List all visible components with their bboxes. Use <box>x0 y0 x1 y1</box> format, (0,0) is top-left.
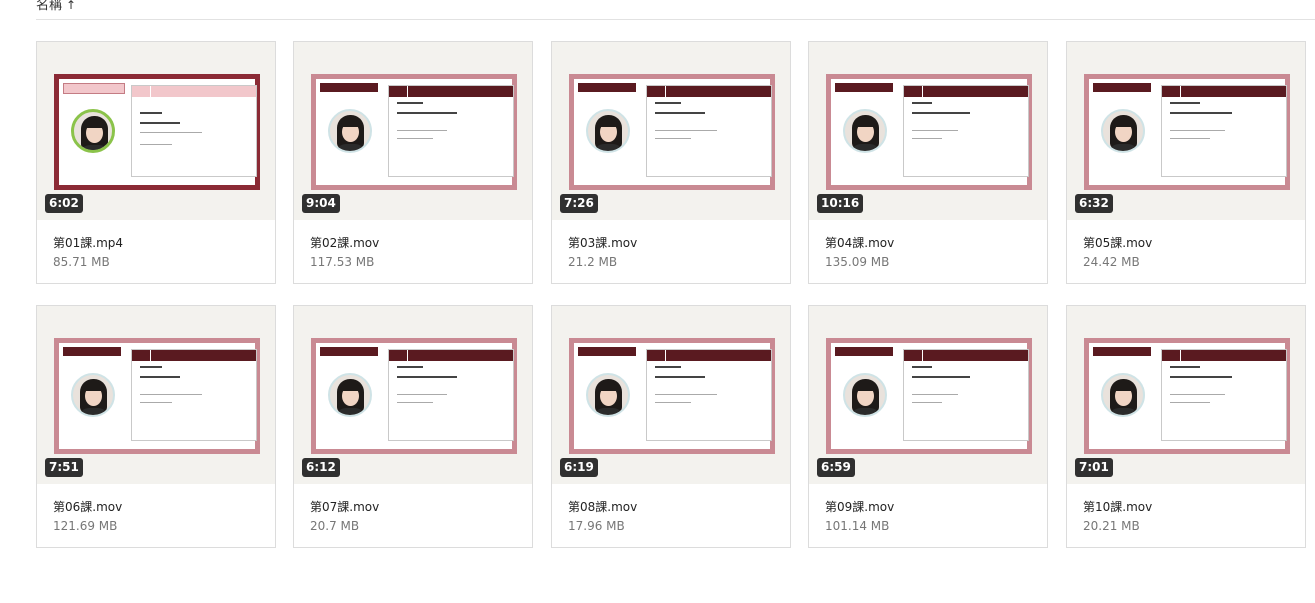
slide-text-panel <box>131 349 257 441</box>
video-card[interactable]: 9:04 第02課.mov 117.53 MB <box>293 41 533 284</box>
slide-title-bar <box>1093 347 1151 356</box>
video-thumbnail[interactable]: 6:12 <box>294 306 532 484</box>
video-card[interactable]: 10:16 第04課.mov 135.09 MB <box>808 41 1048 284</box>
slide-preview <box>54 74 260 190</box>
video-file-name[interactable]: 第09課.mov <box>825 498 894 515</box>
video-thumbnail[interactable]: 6:19 <box>552 306 790 484</box>
slide-title-bar <box>835 83 893 92</box>
slide-text-panel <box>131 85 257 177</box>
duration-badge: 9:04 <box>302 194 340 213</box>
slide-text-panel <box>1161 349 1287 441</box>
slide-title-bar <box>320 347 378 356</box>
slide-preview <box>1084 74 1290 190</box>
video-card[interactable]: 6:12 第07課.mov 20.7 MB <box>293 305 533 548</box>
sort-arrow-icon: ↑ <box>66 0 77 12</box>
video-card[interactable]: 7:51 第06課.mov 121.69 MB <box>36 305 276 548</box>
video-thumbnail[interactable]: 7:51 <box>37 306 275 484</box>
duration-badge: 6:12 <box>302 458 340 477</box>
slide-preview <box>826 74 1032 190</box>
duration-badge: 6:32 <box>1075 194 1113 213</box>
video-file-name[interactable]: 第03課.mov <box>568 234 637 251</box>
slide-text-panel <box>903 85 1029 177</box>
video-file-name[interactable]: 第10課.mov <box>1083 498 1152 515</box>
video-file-name[interactable]: 第08課.mov <box>568 498 637 515</box>
video-file-name[interactable]: 第06課.mov <box>53 498 122 515</box>
slide-preview <box>311 74 517 190</box>
presenter-avatar <box>328 373 372 417</box>
video-file-name[interactable]: 第04課.mov <box>825 234 894 251</box>
video-file-size: 20.7 MB <box>310 519 360 533</box>
presenter-avatar <box>71 373 115 417</box>
video-thumbnail[interactable]: 10:16 <box>809 42 1047 220</box>
slide-title-bar <box>63 83 125 94</box>
video-file-name[interactable]: 第02課.mov <box>310 234 379 251</box>
slide-text-panel <box>646 349 772 441</box>
slide-title-bar <box>1093 83 1151 92</box>
video-file-size: 20.21 MB <box>1083 519 1140 533</box>
video-card[interactable]: 7:01 第10課.mov 20.21 MB <box>1066 305 1306 548</box>
duration-badge: 6:59 <box>817 458 855 477</box>
slide-preview <box>311 338 517 454</box>
slide-title-bar <box>63 347 121 356</box>
video-file-name[interactable]: 第01課.mp4 <box>53 234 123 251</box>
slide-title-bar <box>578 83 636 92</box>
video-file-size: 17.96 MB <box>568 519 625 533</box>
sort-by-name-header[interactable]: 名稱 ↑ <box>36 0 76 13</box>
sort-header-label: 名稱 <box>36 0 63 13</box>
video-file-size: 24.42 MB <box>1083 255 1140 269</box>
video-file-size: 121.69 MB <box>53 519 118 533</box>
video-file-name[interactable]: 第07課.mov <box>310 498 379 515</box>
slide-text-panel <box>1161 85 1287 177</box>
duration-badge: 6:02 <box>45 194 83 213</box>
duration-badge: 10:16 <box>817 194 864 213</box>
video-card[interactable]: 6:32 第05課.mov 24.42 MB <box>1066 41 1306 284</box>
video-card[interactable]: 7:26 第03課.mov 21.2 MB <box>551 41 791 284</box>
video-thumbnail[interactable]: 9:04 <box>294 42 532 220</box>
video-file-size: 135.09 MB <box>825 255 890 269</box>
slide-preview <box>54 338 260 454</box>
duration-badge: 6:19 <box>560 458 598 477</box>
header-divider <box>36 19 1315 20</box>
video-file-size: 117.53 MB <box>310 255 375 269</box>
presenter-avatar <box>586 109 630 153</box>
duration-badge: 7:26 <box>560 194 598 213</box>
duration-badge: 7:51 <box>45 458 83 477</box>
slide-title-bar <box>835 347 893 356</box>
presenter-avatar <box>586 373 630 417</box>
presenter-avatar <box>1101 109 1145 153</box>
video-thumbnail[interactable]: 6:32 <box>1067 42 1305 220</box>
video-thumbnail[interactable]: 7:26 <box>552 42 790 220</box>
slide-text-panel <box>903 349 1029 441</box>
video-card[interactable]: 6:59 第09課.mov 101.14 MB <box>808 305 1048 548</box>
video-card[interactable]: 6:02 第01課.mp4 85.71 MB <box>36 41 276 284</box>
presenter-avatar <box>843 109 887 153</box>
video-file-size: 101.14 MB <box>825 519 890 533</box>
video-file-name[interactable]: 第05課.mov <box>1083 234 1152 251</box>
presenter-avatar <box>71 109 115 153</box>
presenter-avatar <box>328 109 372 153</box>
duration-badge: 7:01 <box>1075 458 1113 477</box>
presenter-avatar <box>1101 373 1145 417</box>
slide-preview <box>569 74 775 190</box>
slide-title-bar <box>578 347 636 356</box>
slide-text-panel <box>646 85 772 177</box>
slide-preview <box>826 338 1032 454</box>
video-thumbnail[interactable]: 6:02 <box>37 42 275 220</box>
slide-preview <box>569 338 775 454</box>
video-file-size: 85.71 MB <box>53 255 110 269</box>
slide-text-panel <box>388 349 514 441</box>
video-thumbnail[interactable]: 6:59 <box>809 306 1047 484</box>
video-card[interactable]: 6:19 第08課.mov 17.96 MB <box>551 305 791 548</box>
slide-preview <box>1084 338 1290 454</box>
slide-title-bar <box>320 83 378 92</box>
video-thumbnail[interactable]: 7:01 <box>1067 306 1305 484</box>
slide-text-panel <box>388 85 514 177</box>
presenter-avatar <box>843 373 887 417</box>
video-file-size: 21.2 MB <box>568 255 618 269</box>
